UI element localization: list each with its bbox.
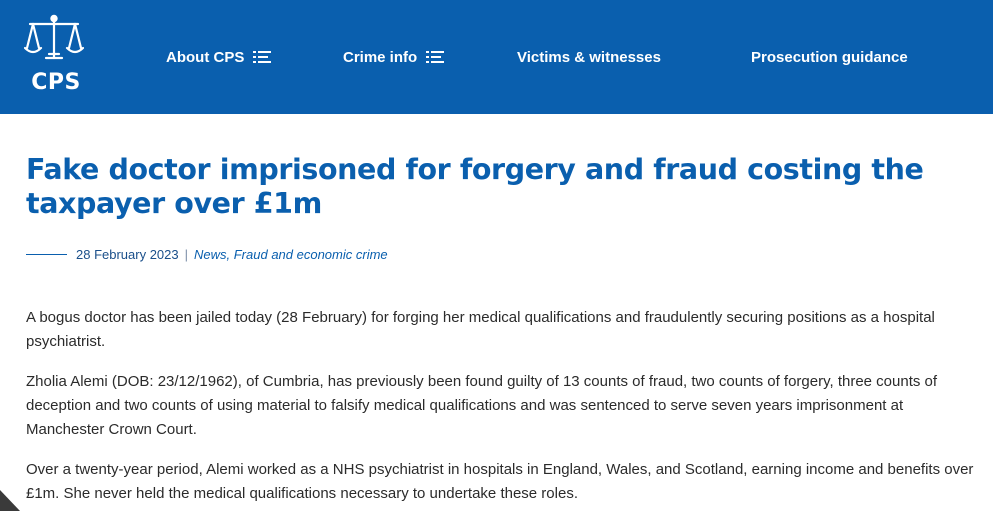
article-paragraph: Over a twenty-year period, Alemi worked …	[26, 461, 974, 502]
menu-lines-icon	[426, 51, 445, 63]
menu-lines-icon	[253, 51, 272, 63]
site-header: CPS About CPS Crime info Victims & witne…	[0, 0, 993, 114]
nav-about-cps[interactable]: About CPS	[166, 46, 272, 68]
meta-divider-line	[26, 253, 67, 255]
nav-prosecution-guidance[interactable]: Prosecution guidance	[751, 46, 908, 68]
article-title: Fake doctor imprisoned for forgery and f…	[26, 153, 924, 220]
cps-logo[interactable]: CPS	[24, 14, 84, 96]
article-paragraph: A bogus doctor has been jailed today (28…	[26, 309, 935, 350]
logo-text: CPS	[31, 70, 81, 95]
corner-tab	[0, 490, 20, 511]
nav-about-cps-label: About CPS	[166, 48, 245, 66]
article-categories-link[interactable]: News, Fraud and economic crime	[194, 247, 388, 262]
nav-victims-witnesses-label: Victims & witnesses	[517, 48, 661, 66]
article-date: 28 February 2023	[76, 246, 179, 262]
nav-prosecution-guidance-label: Prosecution guidance	[751, 48, 908, 66]
nav-victims-witnesses[interactable]: Victims & witnesses	[517, 46, 661, 68]
nav-crime-info-label: Crime info	[343, 48, 418, 66]
meta-separator: |	[184, 246, 189, 262]
article-paragraph: Zholia Alemi (DOB: 23/12/1962), of Cumbr…	[26, 373, 938, 438]
nav-crime-info[interactable]: Crime info	[343, 46, 445, 68]
scales-of-justice-icon	[24, 14, 84, 60]
article-meta: 28 February 2023 | News, Fraud and econo…	[26, 245, 388, 263]
